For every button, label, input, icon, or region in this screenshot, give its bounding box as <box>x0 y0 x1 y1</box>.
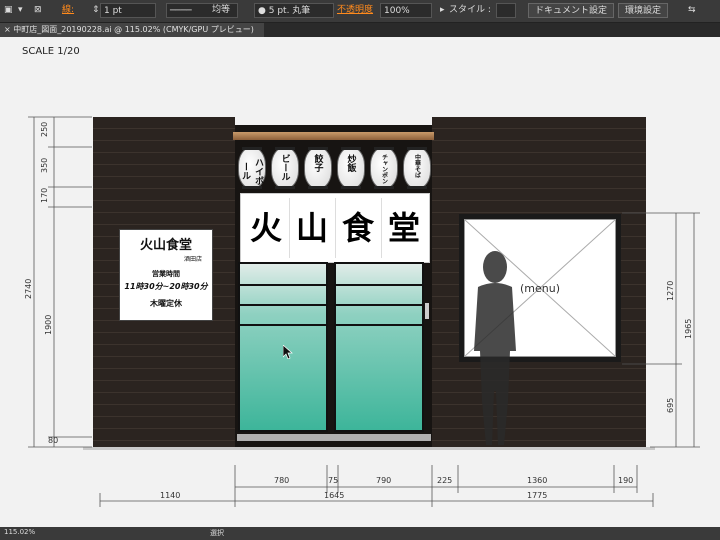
dim-right: 1270 <box>666 281 675 301</box>
opacity-field[interactable]: 100% <box>380 3 432 18</box>
preferences-button[interactable]: 環境設定 <box>618 3 669 18</box>
opacity-label[interactable]: 不透明度 <box>337 3 373 18</box>
dim-left: 1900 <box>44 315 53 335</box>
dim-total: 1140 <box>160 491 180 500</box>
stroke-weight-field[interactable]: 1 pt <box>100 3 156 18</box>
dim-left: 350 <box>40 158 49 173</box>
fill-icon[interactable]: ▣ <box>4 3 13 18</box>
dim-total: 1775 <box>527 491 547 500</box>
close-icon[interactable]: × <box>4 25 11 34</box>
dim-left: 2740 <box>24 279 33 299</box>
profile-label: 均等 <box>212 5 231 15</box>
dim-right: 695 <box>666 398 675 413</box>
dim-bottom: 225 <box>437 476 452 485</box>
current-tool: 選択 <box>210 529 224 537</box>
dim-left: 170 <box>40 188 49 203</box>
opacity-arrow-icon[interactable]: ▸ <box>440 3 445 18</box>
dim-bottom: 1360 <box>527 476 547 485</box>
stroke-swatch-icon[interactable]: ⊠ <box>34 3 42 18</box>
document-settings-button[interactable]: ドキュメント設定 <box>528 3 615 18</box>
style-label: スタイル : <box>449 5 491 15</box>
brush-dropdown[interactable]: ● 5 pt. 丸筆 <box>254 3 334 18</box>
arrange-icon[interactable]: ⇆ <box>688 3 696 18</box>
style-swatch[interactable] <box>496 3 516 18</box>
dim-bottom: 190 <box>618 476 633 485</box>
dim-left: 80 <box>48 436 58 445</box>
tab-bar: × 中町店_図面_20190228.ai @ 115.02% (CMYK/GPU… <box>0 23 720 37</box>
dim-right: 1965 <box>684 319 693 339</box>
zoom-readout[interactable]: 115.02% <box>4 528 35 536</box>
brush-dot-icon: ● <box>258 6 266 16</box>
document-tab-title: 中町店_図面_20190228.ai @ 115.02% (CMYK/GPU プ… <box>13 25 254 34</box>
dimension-lines: 250 350 170 2740 1900 80 1270 1965 695 7… <box>24 116 700 507</box>
dim-bottom: 780 <box>274 476 289 485</box>
artboard-canvas[interactable]: SCALE 1/20 ハイボール ビール 餃子 炒飯 チャンポン 中華そば 火 … <box>0 37 720 527</box>
dim-bottom: 75 <box>328 476 338 485</box>
stroke-label[interactable]: 線: <box>62 3 74 18</box>
stroke-stepper-icon[interactable]: ⇕ <box>92 3 100 18</box>
brush-label: 5 pt. 丸筆 <box>268 6 311 16</box>
control-bar: ▣ ▾ ⊠ 線: ⇕ 1 pt ──── 均等 ● 5 pt. 丸筆 不透明度 … <box>0 0 720 23</box>
dim-total: 1645 <box>324 491 344 500</box>
fill-dropdown-icon[interactable]: ▾ <box>18 3 23 18</box>
dim-bottom: 790 <box>376 476 391 485</box>
status-bar: 115.02% 選択 <box>0 527 720 540</box>
document-tab[interactable]: × 中町店_図面_20190228.ai @ 115.02% (CMYK/GPU… <box>0 23 264 37</box>
profile-line-icon: ──── <box>170 6 192 16</box>
dim-left: 250 <box>40 122 49 137</box>
